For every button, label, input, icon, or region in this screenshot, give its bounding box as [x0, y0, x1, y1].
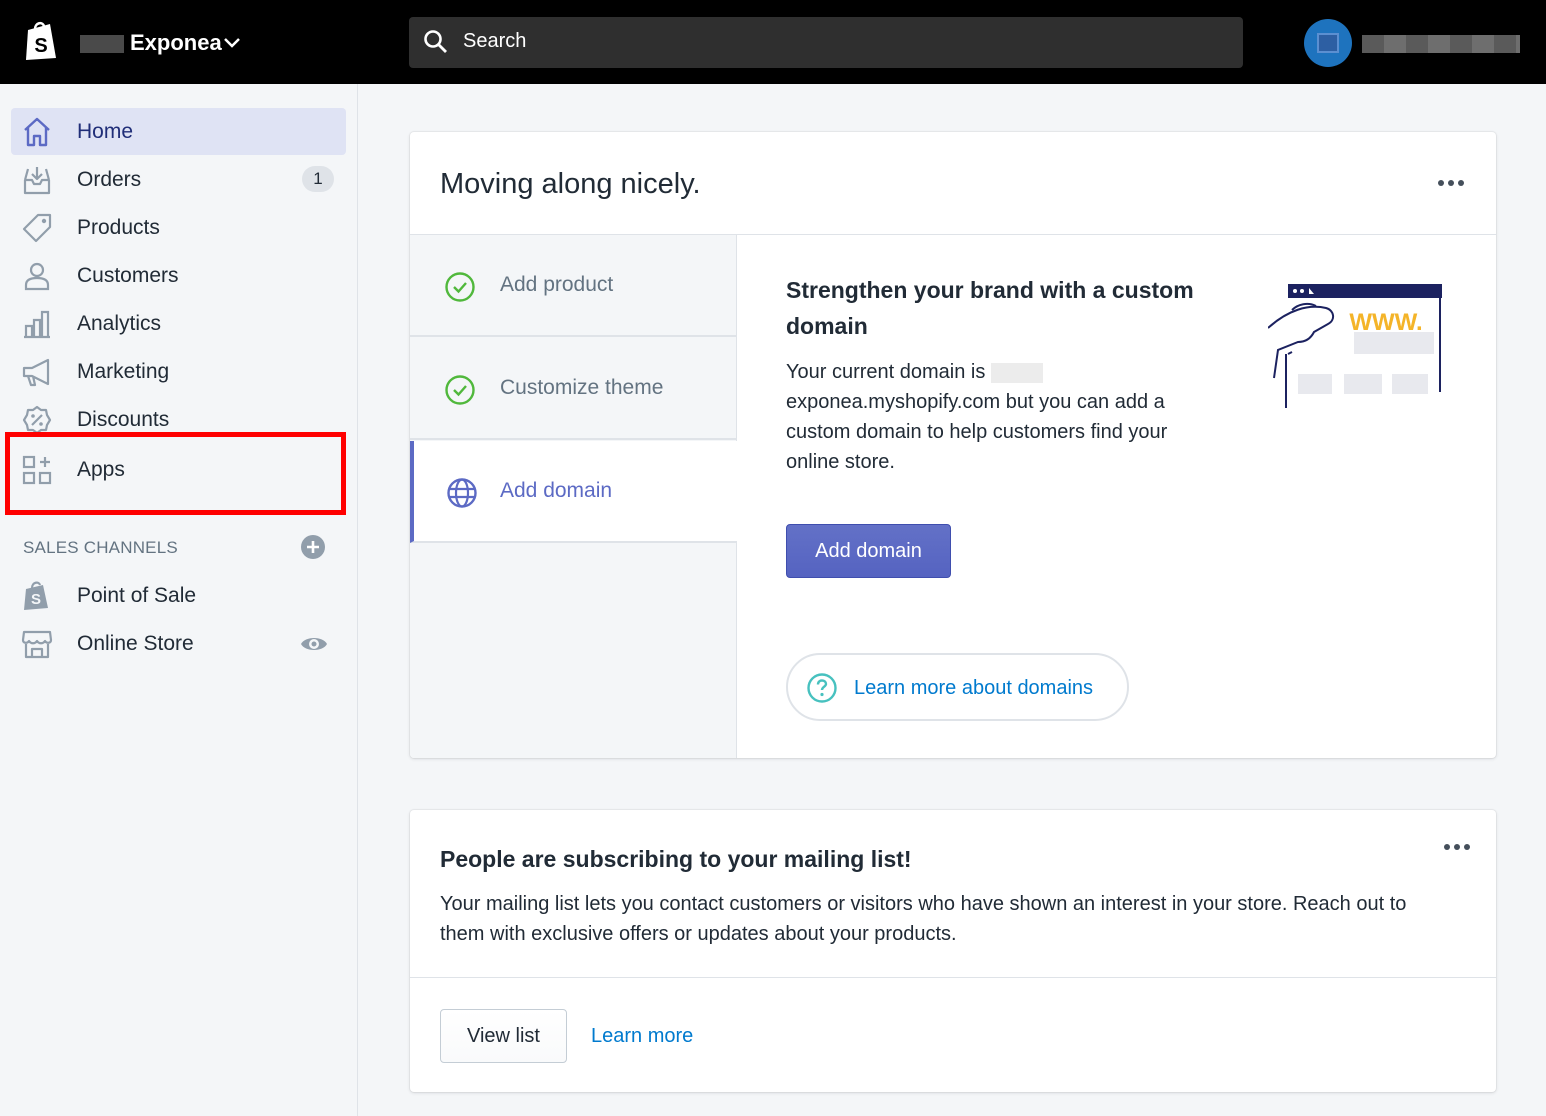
setup-guide-card: Moving along nicely. Add product Customi… [410, 132, 1496, 758]
user-name-redacted[interactable] [1362, 35, 1520, 53]
illustration-text: WWW. [1349, 309, 1422, 336]
globe-icon [447, 478, 477, 508]
sidebar-item-analytics[interactable]: Analytics [11, 300, 346, 347]
sidebar: Home Orders 1 Products Customers Analyti… [0, 84, 358, 1116]
sidebar-item-label: Analytics [77, 312, 162, 335]
card-description: Your mailing list lets you contact custo… [440, 893, 1407, 945]
sidebar-item-label: Orders [77, 168, 142, 191]
megaphone-icon [22, 358, 50, 387]
sidebar-item-home[interactable]: Home [11, 108, 346, 155]
sidebar-item-marketing[interactable]: Marketing [11, 348, 346, 395]
chevron-down-icon[interactable] [222, 33, 242, 53]
detail-text-prefix: Your current domain is [786, 361, 986, 383]
detail-title: Strengthen your brand with a custom doma… [786, 277, 1194, 339]
step-label: Add product [500, 273, 614, 296]
sidebar-item-products[interactable]: Products [11, 204, 346, 251]
shopify-logo[interactable]: S [22, 20, 60, 62]
domain-illustration: WWW. [1268, 284, 1442, 408]
mailing-list-card: People are subscribing to your mailing l… [410, 810, 1496, 1092]
detail-text-suffix: exponea.myshopify.com but you can add a … [786, 391, 1168, 473]
add-domain-button[interactable]: Add domain [786, 524, 951, 578]
setup-steps: Add product Customize theme Add domain [410, 235, 737, 758]
search-input[interactable]: Search [409, 17, 1243, 68]
sales-channels-heading: SALES CHANNELS [23, 538, 178, 557]
more-actions-icon[interactable] [1444, 842, 1474, 852]
check-circle-icon [445, 272, 475, 302]
divider [410, 977, 1496, 978]
detail-text: Your current domain is exponea.myshopify… [786, 357, 1206, 477]
question-circle-icon [807, 673, 837, 703]
add-sales-channel-icon[interactable] [300, 534, 326, 560]
learn-more-link[interactable]: Learn more [591, 1025, 693, 1048]
search-placeholder: Search [463, 30, 527, 52]
orders-count-badge: 1 [302, 166, 334, 192]
sidebar-item-label: Online Store [77, 632, 194, 655]
sidebar-item-label: Products [77, 216, 160, 239]
learn-more-domains-link[interactable]: Learn more about domains [786, 653, 1129, 721]
sidebar-item-label: Point of Sale [77, 584, 197, 607]
sidebar-item-online-store[interactable]: Online Store [11, 620, 346, 667]
svg-text:S: S [34, 35, 47, 57]
sidebar-item-label: Customers [77, 264, 179, 287]
orders-icon [23, 167, 51, 195]
svg-text:S: S [31, 591, 41, 608]
top-bar: S Exponea Search [0, 0, 1546, 84]
step-label: Add domain [500, 479, 613, 502]
sidebar-item-point-of-sale[interactable]: S Point of Sale [11, 572, 346, 619]
step-customize-theme[interactable]: Customize theme [410, 338, 737, 440]
bar-chart-icon [24, 310, 50, 339]
sidebar-item-orders[interactable]: Orders 1 [11, 156, 346, 203]
view-list-button[interactable]: View list [440, 1009, 567, 1063]
home-icon [24, 117, 50, 147]
sidebar-item-label: Home [77, 120, 134, 143]
card-title: Moving along nicely. [440, 168, 701, 200]
sidebar-item-label: Marketing [77, 360, 170, 383]
search-icon [424, 30, 447, 53]
storefront-icon [21, 630, 53, 659]
more-actions-icon[interactable] [1438, 178, 1468, 188]
step-add-domain[interactable]: Add domain [410, 441, 737, 543]
store-name[interactable]: Exponea [130, 30, 222, 56]
store-name-redacted [80, 35, 124, 53]
sidebar-item-label: Discounts [77, 408, 170, 431]
step-label: Customize theme [500, 376, 664, 399]
person-icon [24, 262, 50, 291]
learn-more-text: Learn more about domains [854, 677, 1094, 699]
sidebar-item-customers[interactable]: Customers [11, 252, 346, 299]
current-domain-redacted [990, 362, 1043, 383]
avatar-initials-redacted [1317, 33, 1339, 53]
step-add-product[interactable]: Add product [410, 235, 737, 337]
avatar[interactable] [1304, 19, 1352, 67]
apps-highlight-box [5, 432, 346, 515]
eye-icon[interactable] [300, 632, 328, 656]
tag-icon [22, 213, 52, 243]
pos-bag-icon: S [24, 581, 48, 610]
check-circle-icon [445, 375, 475, 405]
card-title: People are subscribing to your mailing l… [440, 846, 912, 872]
